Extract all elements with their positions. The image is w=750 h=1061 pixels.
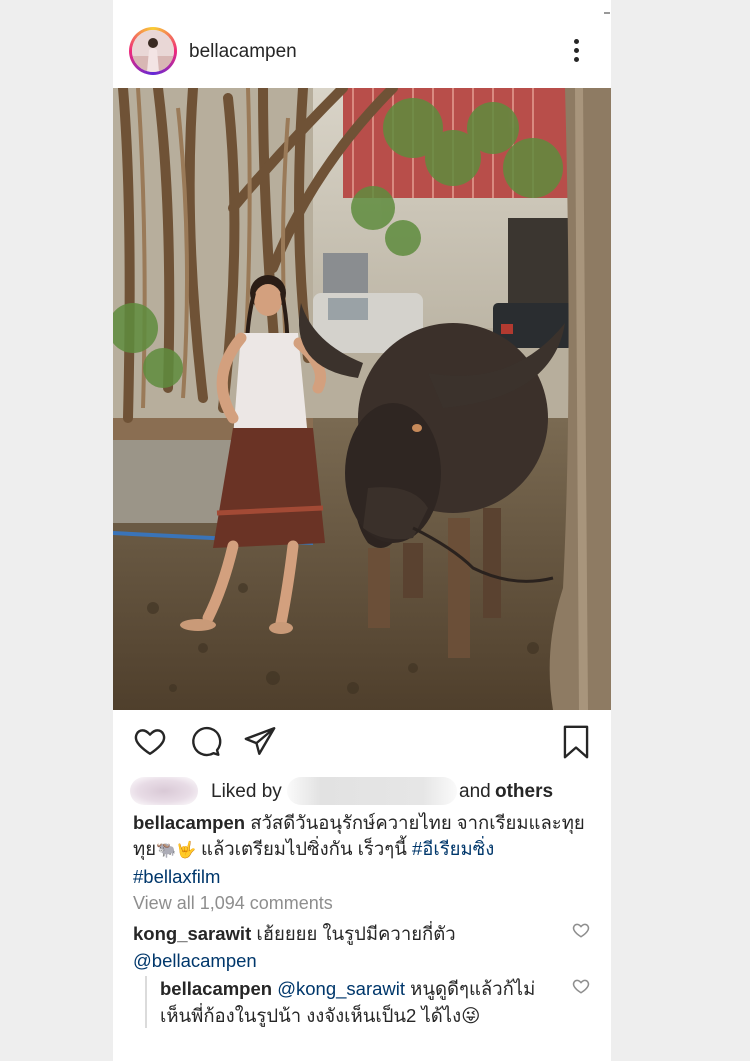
liker-avatar-blurred: [130, 777, 198, 805]
paper-plane-icon[interactable]: [243, 724, 277, 763]
comment-text: เฮ้ยยยย ในรูปมีควายกี่ตัว: [256, 923, 456, 944]
comment-username[interactable]: bellacampen: [160, 978, 272, 999]
avatar-photo: [132, 30, 174, 72]
bookmark-icon[interactable]: [559, 724, 593, 765]
comment-reply: bellacampen @kong_sarawit หนูดูดีๆแล้วก้…: [160, 975, 560, 1029]
post-username[interactable]: bellacampen: [189, 41, 297, 63]
post-photo[interactable]: [113, 88, 611, 710]
liker-name-blurred: [287, 777, 457, 805]
avatar[interactable]: [132, 30, 174, 72]
view-all-comments-link[interactable]: View all 1,094 comments: [133, 893, 333, 914]
caption-emoji: 🐃🤟: [156, 842, 196, 859]
heart-icon[interactable]: [133, 724, 167, 763]
more-options-icon[interactable]: [569, 39, 583, 65]
hashtag-link[interactable]: #อีเรียมซิ่ง: [412, 838, 494, 859]
caption: bellacampen สวัสดีวันอนุรักษ์ควายไทย จาก…: [133, 810, 598, 890]
comment-like-heart-icon[interactable]: [572, 921, 590, 944]
caption-username[interactable]: bellacampen: [133, 812, 245, 833]
reply-thread-line: [145, 976, 147, 1028]
comment-mention[interactable]: @kong_sarawit: [277, 978, 405, 999]
status-mark: [604, 12, 610, 14]
caption-text-2: แล้วเตรียมไปซิ่งกัน เร็วๆนี้: [201, 838, 407, 859]
avatar-story-ring[interactable]: [129, 27, 177, 75]
comment: kong_sarawit เฮ้ยยยย ในรูปมีควายกี่ตัว @…: [133, 920, 563, 974]
action-bar: [113, 722, 611, 762]
comment-icon[interactable]: [188, 724, 222, 763]
comment-mention[interactable]: @bellacampen: [133, 950, 257, 971]
photo-illustration: [113, 88, 611, 710]
others-link[interactable]: others: [495, 781, 553, 803]
comment-like-heart-icon[interactable]: [572, 977, 590, 1000]
comment-emoji: 😜: [461, 1005, 481, 1026]
post-header: bellacampen: [113, 22, 611, 82]
comment-username[interactable]: kong_sarawit: [133, 923, 251, 944]
likes-row: Liked by and others: [113, 774, 611, 808]
liked-by-label: Liked by: [211, 781, 282, 802]
hashtag-link[interactable]: #bellaxfilm: [133, 866, 220, 887]
and-label: and: [459, 781, 491, 802]
